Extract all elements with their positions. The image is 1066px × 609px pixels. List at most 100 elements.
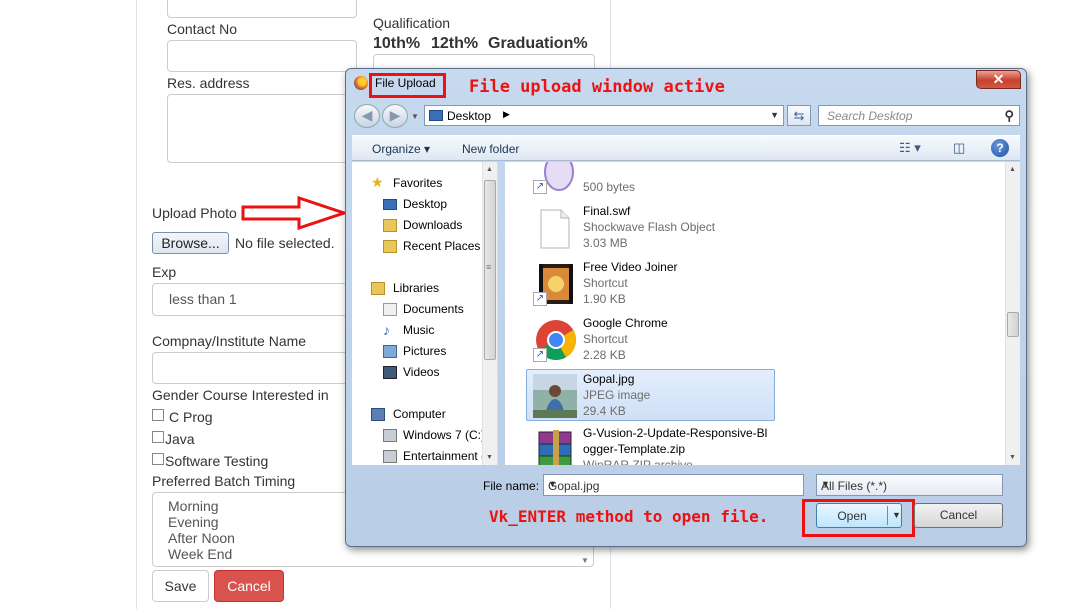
batch-option[interactable]: After Noon [168,530,235,546]
window-active-annotation: File upload window active [469,77,725,97]
tree-favorites[interactable]: Favorites [393,176,442,190]
firefox-icon [354,76,368,90]
open-label: Open [837,509,867,523]
file-size: 2.28 KB [583,348,626,362]
file-size: 1.90 KB [583,292,626,306]
open-dropdown-icon[interactable]: ▼ [892,510,901,520]
address-location[interactable]: Desktop [447,109,491,123]
file-scroll-thumb[interactable] [1007,312,1019,337]
new-folder-button[interactable]: New folder [462,142,519,156]
computer-icon [371,408,385,421]
back-arrow-icon: ◀ [361,107,373,123]
course-checkbox-testing[interactable] [152,453,164,465]
tree-pictures[interactable]: Pictures [403,344,446,358]
course-checkbox-java[interactable] [152,431,164,443]
tree-documents[interactable]: Documents [403,302,464,316]
file-type-filter[interactable]: All Files (*.*) ▼ [816,474,1003,496]
preview-pane-icon[interactable]: ◫ [953,140,965,156]
course-label: Gender Course Interested in [152,387,329,403]
chrome-icon: ↗ [533,318,577,362]
file-name-dropdown-icon[interactable]: ▼ [548,479,799,489]
star-icon: ★ [371,174,384,190]
file-item[interactable]: ↗ 500 bytes [527,162,773,198]
recent-pages-icon[interactable]: ▼ [411,112,419,121]
tree-music[interactable]: Music [403,323,434,337]
tree-downloads[interactable]: Downloads [403,218,462,232]
tree-drive-c[interactable]: Windows 7 (C:) [403,428,485,442]
refresh-icon: ⇆ [793,108,805,123]
file-item[interactable]: G-Vusion-2-Update-Responsive-Bl ogger-Te… [527,424,773,465]
file-name: Final.swf [583,204,631,218]
shortcut-arrow-icon: ↗ [533,292,547,306]
file-item-selected[interactable]: Gopal.jpg JPEG image 29.4 KB [526,369,775,421]
batch-option[interactable]: Evening [168,514,219,530]
breadcrumb-arrow-icon[interactable]: ▶ [503,109,510,120]
tree-drive-d[interactable]: Entertainment (D [403,449,494,463]
search-input[interactable]: Search Desktop ⚲ [818,105,1020,126]
batch-option[interactable]: Morning [168,498,219,514]
file-item[interactable]: Final.swf Shockwave Flash Object 3.03 MB [527,202,773,254]
scroll-up-icon[interactable]: ▲ [486,166,493,173]
address-textarea[interactable] [167,94,357,163]
upload-photo-label: Upload Photo [152,205,237,221]
video-joiner-icon: ↗ [533,262,577,306]
address-bar[interactable]: Desktop ▶ ▼ [424,105,784,126]
file-name-input[interactable]: Gopal.jpg ▼ [543,474,804,496]
scroll-down-icon[interactable]: ▼ [1009,454,1016,461]
cancel-button[interactable]: Cancel [214,570,284,602]
music-icon: ♪ [383,322,390,338]
tree-desktop[interactable]: Desktop [403,197,447,211]
address-dropdown-icon[interactable]: ▼ [770,110,779,120]
previous-field[interactable] [167,0,357,18]
batch-label: Preferred Batch Timing [152,473,296,489]
back-button[interactable]: ◀ [354,104,380,128]
drive-d-icon [383,450,397,463]
help-icon[interactable]: ? [991,139,1009,157]
red-arrow-annotation [241,196,347,230]
file-item[interactable]: ↗ Google Chrome Shortcut 2.28 KB [527,314,773,366]
scroll-grip-icon: ≡ [486,262,492,272]
close-button[interactable]: ✕ [976,70,1021,89]
qualification-label: Qualification [373,15,451,31]
tree-recent-places[interactable]: Recent Places [403,239,480,253]
refresh-button[interactable]: ⇆ [787,105,811,126]
batch-option[interactable]: Week End [168,546,232,562]
browse-button[interactable]: Browse... [152,232,229,254]
pictures-icon [383,345,397,358]
photo-thumbnail [533,374,577,418]
file-item[interactable]: ↗ Free Video Joiner Shortcut 1.90 KB [527,258,773,310]
organize-menu[interactable]: Organize ▾ [372,142,430,156]
tree-videos[interactable]: Videos [403,365,439,379]
no-file-text: No file selected. [235,235,335,251]
course-java-label: Java [165,431,195,447]
contact-input[interactable] [167,40,357,72]
scroll-down-icon[interactable]: ▼ [486,454,493,461]
scroll-up-icon[interactable]: ▲ [1009,166,1016,173]
tree-libraries[interactable]: Libraries [393,281,439,295]
save-button[interactable]: Save [152,570,209,602]
search-icon: ⚲ [1004,108,1014,123]
dialog-cancel-button[interactable]: Cancel [914,503,1003,528]
exp-label: Exp [152,264,177,280]
shortcut-arrow-icon: ↗ [533,348,547,362]
tree-computer[interactable]: Computer [393,407,446,421]
file-upload-dialog: File Upload ✕ ◀ ▶ ▼ Desktop ▶ ▼ ⇆ Search… [345,68,1027,547]
file-type: Shortcut [583,276,628,290]
file-scrollbar[interactable]: ▲ ▼ [1005,162,1020,465]
libraries-icon [371,282,385,295]
filter-dropdown-icon[interactable]: ▼ [821,479,997,489]
listbox-resize-icon[interactable]: ▼ [581,556,589,565]
navigation-pane: ★ Favorites Desktop Downloads Recent Pla… [352,162,498,465]
nav-scrollbar[interactable]: ▲ ≡ ▼ [482,162,497,465]
course-checkbox-c[interactable] [152,409,164,421]
file-size: 3.03 MB [583,236,628,250]
contact-label: Contact No [167,21,238,37]
open-button[interactable]: Open ▼ [816,503,902,528]
view-options-icon[interactable]: ☷ ▾ [899,140,921,156]
company-input[interactable] [152,352,352,384]
file-type: WinRAR ZIP archive [583,458,693,465]
forward-button[interactable]: ▶ [382,104,408,128]
winrar-icon [533,428,577,465]
company-label: Compnay/Institute Name [152,333,307,349]
file-name: Free Video Joiner [583,260,678,274]
